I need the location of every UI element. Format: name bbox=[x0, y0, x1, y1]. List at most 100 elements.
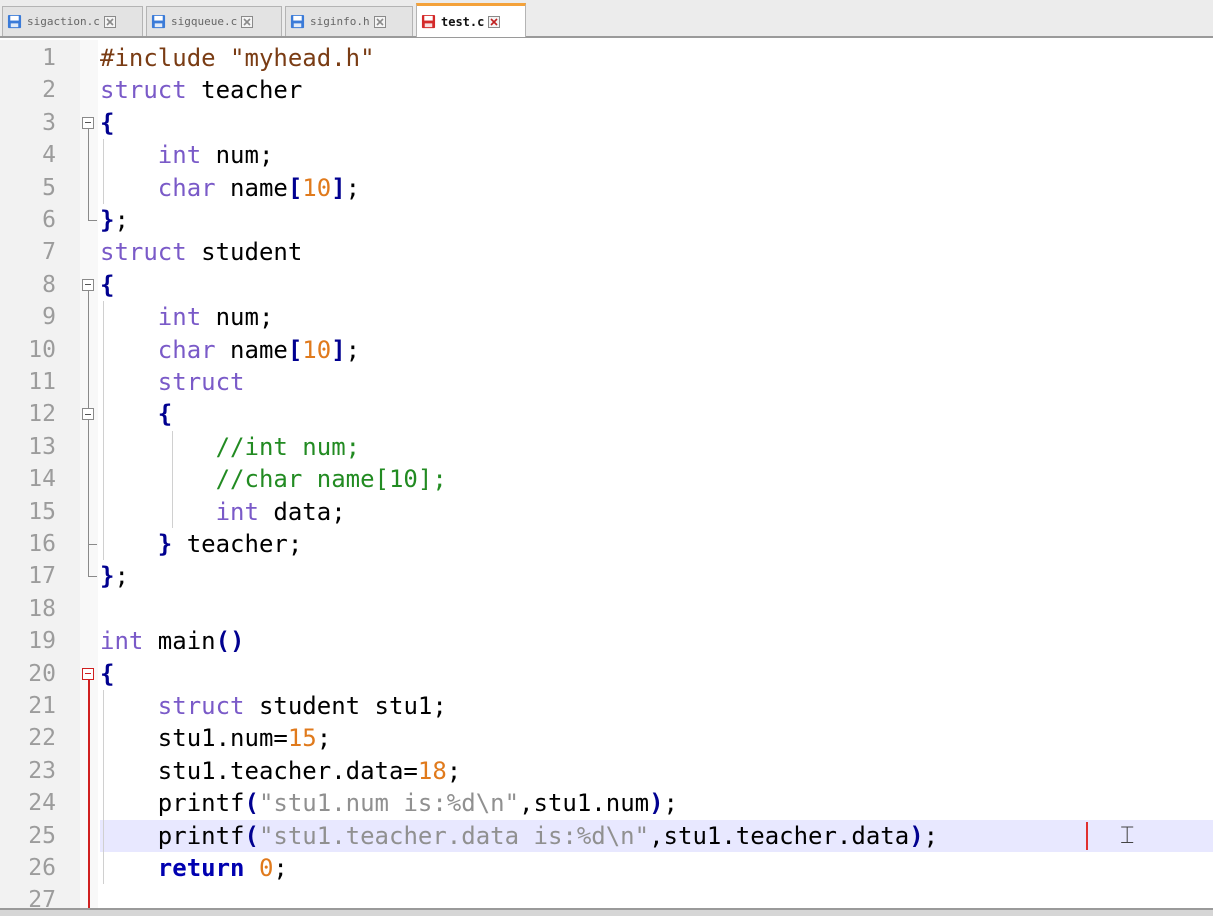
code-line[interactable]: 15 int data; bbox=[0, 496, 1213, 528]
line-number: 21 bbox=[28, 693, 56, 719]
close-icon[interactable] bbox=[488, 15, 501, 28]
code-token: 10 bbox=[302, 335, 332, 364]
code-text: struct student bbox=[100, 236, 302, 268]
code-line[interactable]: 18 bbox=[0, 593, 1213, 625]
close-icon[interactable] bbox=[373, 15, 386, 28]
code-token: ( bbox=[244, 789, 259, 818]
code-token: ] bbox=[331, 173, 346, 202]
code-line[interactable]: 17}; bbox=[0, 560, 1213, 592]
code-line[interactable]: 11 struct bbox=[0, 366, 1213, 398]
line-number: 2 bbox=[42, 77, 56, 104]
code-editor[interactable]: 1 #include "myhead.h" 2 struct teacher 3{4 i… bbox=[0, 40, 1213, 908]
code-text: struct bbox=[100, 366, 245, 398]
code-token: [ bbox=[287, 335, 303, 364]
code-line[interactable]: 14 //char name[10]; bbox=[0, 463, 1213, 495]
code-line[interactable]: 25 printf("stu1.teacher.data is:%d\n",st… bbox=[0, 819, 1213, 852]
code-line[interactable]: 22 stu1.num=15; bbox=[0, 722, 1213, 754]
code-line[interactable]: 26 return 0; bbox=[0, 852, 1213, 884]
line-number: 26 bbox=[28, 855, 56, 881]
indent-guide bbox=[103, 139, 104, 204]
code-line[interactable]: 8{ bbox=[0, 269, 1213, 301]
tab-label: sigqueue.c bbox=[171, 15, 238, 28]
close-icon[interactable] bbox=[241, 15, 254, 28]
line-number: 3 bbox=[42, 109, 56, 136]
code-line[interactable]: 3{ bbox=[0, 107, 1213, 139]
fold-toggle-icon[interactable] bbox=[82, 278, 94, 291]
code-line[interactable]: 21 struct student stu1; bbox=[0, 690, 1213, 722]
code-line[interactable]: 6}; bbox=[0, 204, 1213, 236]
code-token: 15 bbox=[287, 724, 317, 753]
fold-range-line bbox=[88, 128, 89, 220]
code-token: ; bbox=[287, 530, 303, 558]
code-line[interactable]: 9 int num; bbox=[0, 301, 1213, 333]
fold-toggle-icon[interactable] bbox=[82, 667, 94, 680]
code-token: int bbox=[215, 497, 259, 526]
code-line[interactable]: 23 stu1.teacher.data=18; bbox=[0, 755, 1213, 787]
code-token: ; bbox=[316, 724, 332, 753]
code-text: } teacher; bbox=[100, 528, 303, 560]
code-token: char bbox=[157, 173, 216, 202]
line-number: 19 bbox=[28, 628, 56, 655]
code-line[interactable]: 16 } teacher; bbox=[0, 528, 1213, 560]
code-token: stu1.num= bbox=[157, 724, 288, 753]
code-text: int data; bbox=[100, 496, 346, 528]
code-token: name bbox=[215, 335, 288, 364]
code-token: ; bbox=[446, 756, 462, 785]
code-line[interactable]: 20 { bbox=[0, 658, 1213, 690]
code-token: return bbox=[157, 854, 245, 882]
code-token: //char name[10]; bbox=[215, 465, 447, 494]
code-text: int num; bbox=[100, 139, 274, 171]
line-number: 12 bbox=[28, 401, 56, 428]
code-text: //char name[10]; bbox=[100, 463, 447, 495]
horizontal-scrollbar[interactable] bbox=[0, 908, 1213, 916]
line-number: 1 bbox=[42, 45, 56, 71]
code-line[interactable]: 10 char name[10]; bbox=[0, 334, 1213, 366]
floppy-disk-blue-icon bbox=[7, 14, 22, 29]
code-token: struct bbox=[100, 76, 187, 105]
code-text: printf("stu1.teacher.data is:%d\n",stu1.… bbox=[100, 820, 938, 852]
code-token: student stu1 bbox=[244, 692, 433, 720]
code-token: } bbox=[100, 206, 115, 234]
code-line[interactable]: 12 { bbox=[0, 398, 1213, 430]
code-text: }; bbox=[100, 560, 129, 592]
tab-test-c[interactable]: test.c bbox=[416, 3, 526, 37]
code-line[interactable]: 13 //int num; bbox=[0, 431, 1213, 463]
text-caret bbox=[1086, 821, 1088, 850]
line-number: 23 bbox=[28, 757, 56, 784]
code-token: #include "myhead.h" bbox=[100, 44, 375, 72]
line-number: 25 bbox=[28, 822, 56, 849]
code-token: stu1.teacher.data= bbox=[157, 756, 418, 785]
line-number: 10 bbox=[28, 336, 56, 363]
code-token: 0 bbox=[258, 854, 274, 882]
floppy-disk-blue-icon bbox=[151, 14, 166, 29]
line-number: 18 bbox=[28, 595, 56, 622]
fold-toggle-icon[interactable] bbox=[82, 116, 94, 129]
code-token: teacher bbox=[186, 76, 303, 105]
code-line[interactable]: 19 int main() bbox=[0, 625, 1213, 657]
tab-sigaction-c[interactable]: sigaction.c bbox=[2, 6, 143, 36]
code-line[interactable]: 2 struct teacher bbox=[0, 74, 1213, 106]
code-token: { bbox=[100, 270, 115, 299]
tab-siginfo-h[interactable]: siginfo.h bbox=[285, 6, 413, 36]
code-text: return 0; bbox=[100, 852, 288, 884]
indent-guide bbox=[103, 301, 104, 561]
line-number: 5 bbox=[42, 174, 56, 201]
tab-sigqueue-c[interactable]: sigqueue.c bbox=[146, 6, 282, 36]
close-icon[interactable] bbox=[103, 15, 116, 28]
code-line[interactable]: 27 bbox=[0, 884, 1213, 908]
code-text: char name[10]; bbox=[100, 334, 360, 366]
code-line[interactable]: 5 char name[10]; bbox=[0, 172, 1213, 204]
code-line[interactable]: 1 #include "myhead.h" bbox=[0, 42, 1213, 74]
code-token: char bbox=[157, 335, 216, 364]
code-token: () bbox=[215, 627, 245, 656]
code-text: stu1.teacher.data=18; bbox=[100, 755, 461, 787]
fold-toggle-icon[interactable] bbox=[82, 408, 94, 421]
floppy-disk-blue-icon bbox=[290, 14, 305, 29]
code-line[interactable]: 4 int num; bbox=[0, 139, 1213, 171]
code-line[interactable]: 24 printf("stu1.num is:%d\n",stu1.num); bbox=[0, 787, 1213, 819]
tab-bar: sigaction.c sigqueue.c siginfo.h test.c bbox=[0, 0, 1213, 38]
code-line[interactable]: 7 struct student bbox=[0, 236, 1213, 268]
